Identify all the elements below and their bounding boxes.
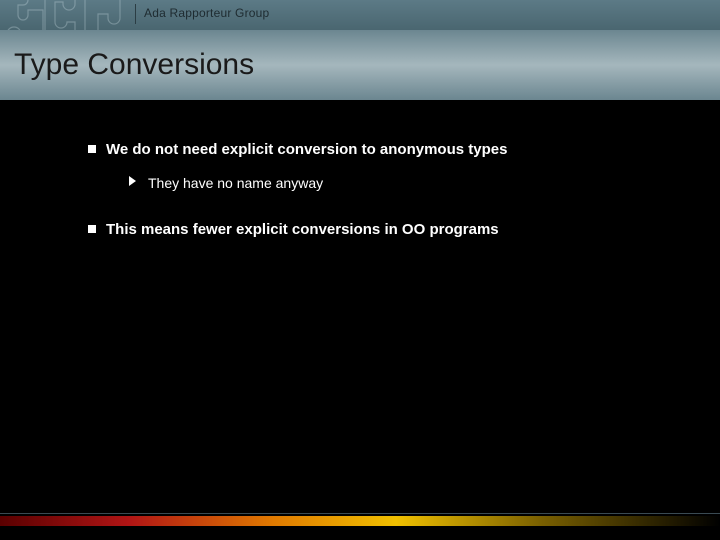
bullet-item: This means fewer explicit conversions in… [88, 220, 680, 240]
arrow-right-icon [128, 175, 138, 187]
square-bullet-icon [88, 145, 96, 153]
header-divider [135, 4, 136, 24]
bullet-item: We do not need explicit conversion to an… [88, 140, 680, 160]
square-bullet-icon [88, 225, 96, 233]
sub-bullet-item: They have no name anyway [128, 174, 680, 192]
footer-stripe [0, 516, 720, 526]
title-band: Type Conversions [0, 30, 720, 100]
sub-bullet-text: They have no name anyway [148, 174, 323, 192]
slide-title: Type Conversions [14, 48, 254, 82]
content-area: We do not need explicit conversion to an… [88, 140, 680, 253]
spacer [88, 210, 680, 220]
group-label: Ada Rapporteur Group [144, 6, 269, 20]
slide: Ada Rapporteur Group Type Conversions We… [0, 0, 720, 540]
bullet-text: This means fewer explicit conversions in… [106, 220, 499, 240]
footer-divider [0, 513, 720, 514]
bullet-text: We do not need explicit conversion to an… [106, 140, 507, 160]
